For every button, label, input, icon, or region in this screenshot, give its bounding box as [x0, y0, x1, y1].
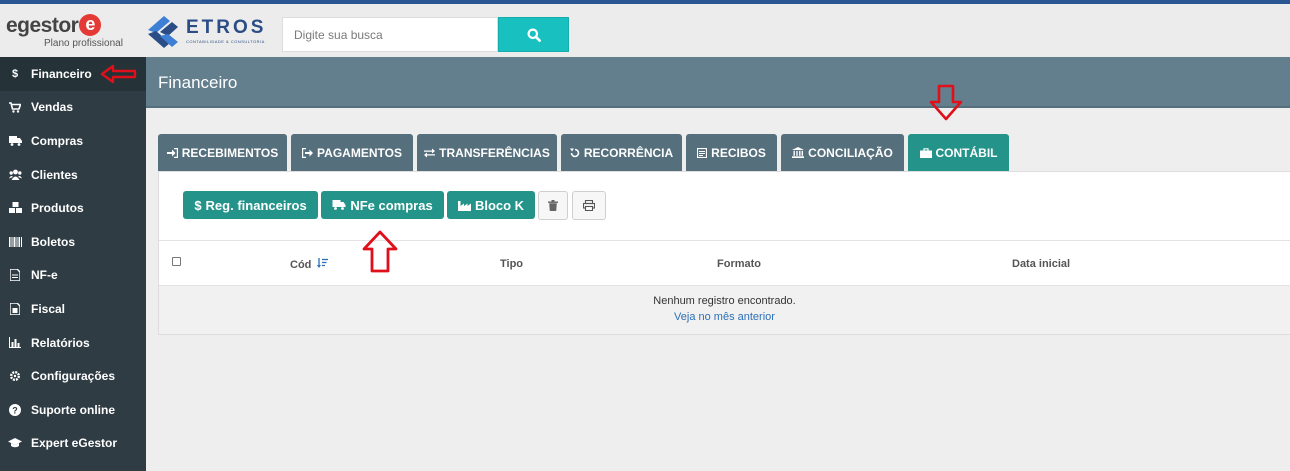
- exchange-icon: [424, 148, 436, 157]
- page-title: Financeiro: [158, 73, 238, 92]
- dollar-icon: $: [194, 197, 202, 213]
- tab-label: RECORRÊNCIA: [583, 145, 674, 160]
- sidebar-item-label: Fiscal: [31, 301, 66, 316]
- search-button[interactable]: [498, 17, 569, 52]
- cubes-icon: [8, 201, 22, 215]
- refresh-icon: [569, 148, 580, 157]
- partner-subtitle: CONTABILIDADE & CONSULTORIA: [186, 39, 265, 44]
- tab-recorrencia[interactable]: RECORRÊNCIA: [561, 134, 682, 171]
- etros-logo-mark-icon: [148, 16, 178, 48]
- sidebar-item-produtos[interactable]: Produtos: [0, 191, 146, 225]
- button-label: Reg. financeiros: [205, 197, 307, 213]
- button-label: NFe compras: [350, 197, 433, 213]
- trash-icon: [548, 200, 558, 211]
- tab-label: PAGAMENTOS: [317, 145, 402, 160]
- tab-label: RECEBIMENTOS: [181, 145, 279, 160]
- sidebar-item-label: Clientes: [31, 167, 78, 182]
- column-header-formato[interactable]: Formato: [717, 258, 761, 270]
- sidebar-item-label: Suporte online: [31, 402, 115, 417]
- sidebar-item-configuracoes[interactable]: Configurações: [0, 359, 146, 393]
- tab-label: TRANSFERÊNCIAS: [439, 145, 550, 160]
- document-icon: [8, 268, 22, 282]
- delete-button[interactable]: [538, 191, 568, 220]
- sidebar-item-label: Boletos: [31, 234, 76, 249]
- sidebar-item-suporte[interactable]: ? Suporte online: [0, 393, 146, 427]
- sidebar-item-boletos[interactable]: Boletos: [0, 225, 146, 259]
- plan-label: Plano profissional: [44, 38, 123, 49]
- column-header-cod[interactable]: Cód: [290, 258, 329, 271]
- empty-message: Nenhum registro encontrado.: [653, 295, 796, 307]
- etros-logo: ETROS CONTABILIDADE & CONSULTORIA: [146, 12, 270, 54]
- nfe-compras-button[interactable]: NFe compras: [321, 191, 444, 219]
- column-header-tipo[interactable]: Tipo: [500, 258, 523, 270]
- reg-financeiros-button[interactable]: $ Reg. financeiros: [183, 191, 318, 219]
- tab-label: CONTÁBIL: [935, 145, 998, 160]
- gear-icon: [8, 369, 22, 383]
- sidebar-item-label: Expert eGestor: [31, 436, 118, 451]
- briefcase-icon: [919, 147, 932, 158]
- svg-text:?: ?: [12, 405, 18, 415]
- sidebar-item-label: NF-e: [31, 268, 58, 283]
- tab-label: RECIBOS: [711, 145, 766, 160]
- brand-word: egestor: [6, 14, 79, 37]
- top-bar: egestor e Plano profissional ETROS CONTAB…: [0, 4, 1290, 57]
- bank-icon: [792, 147, 805, 158]
- sign-in-icon: [166, 147, 178, 158]
- sort-descending-icon[interactable]: [317, 258, 329, 269]
- sidebar-item-label: Compras: [31, 133, 84, 148]
- cart-icon: [8, 100, 22, 114]
- column-header-data-inicial[interactable]: Data inicial: [1012, 258, 1070, 270]
- sidebar-item-vendas[interactable]: Vendas: [0, 91, 146, 125]
- tab-pagamentos[interactable]: PAGAMENTOS: [291, 134, 413, 171]
- tab-conciliacao[interactable]: CONCILIAÇÃO: [781, 134, 904, 171]
- sidebar-item-label: Produtos: [31, 201, 84, 216]
- previous-month-link[interactable]: Veja no mês anterior: [159, 311, 1290, 323]
- sidebar-item-clientes[interactable]: Clientes: [0, 158, 146, 192]
- tab-recebimentos[interactable]: RECEBIMENTOS: [158, 134, 287, 171]
- search-icon: [527, 28, 541, 42]
- page-header: Financeiro: [146, 57, 1290, 108]
- bar-chart-icon: [8, 336, 22, 350]
- button-label: Bloco K: [474, 197, 525, 213]
- sidebar-item-relatorios[interactable]: Relatórios: [0, 326, 146, 360]
- sidebar: $ Financeiro Vendas Compras Clientes Pro…: [0, 57, 146, 471]
- industry-icon: [457, 200, 471, 211]
- egestor-logo[interactable]: egestor e Plano profissional: [6, 14, 136, 56]
- bloco-k-button[interactable]: Bloco K: [447, 191, 535, 219]
- sidebar-item-label: Relatórios: [31, 335, 90, 350]
- search-input[interactable]: [282, 17, 498, 52]
- question-icon: ?: [8, 403, 22, 417]
- users-icon: [8, 168, 22, 182]
- select-all-checkbox[interactable]: [172, 257, 181, 266]
- sidebar-item-financeiro[interactable]: $ Financeiro: [0, 57, 146, 91]
- sidebar-item-label: Configurações: [31, 369, 116, 384]
- brand-e-mark: e: [79, 14, 102, 36]
- tab-label: CONCILIAÇÃO: [808, 145, 893, 160]
- sign-out-icon: [302, 147, 314, 158]
- receipt-icon: [697, 147, 708, 158]
- sidebar-item-compras[interactable]: Compras: [0, 124, 146, 158]
- sidebar-item-fiscal[interactable]: Fiscal: [0, 292, 146, 326]
- sidebar-item-label: Financeiro: [31, 66, 92, 81]
- sidebar-item-expert[interactable]: Expert eGestor: [0, 427, 146, 461]
- truck-icon: [8, 134, 22, 148]
- sidebar-item-label: Vendas: [31, 100, 74, 115]
- tab-transferencias[interactable]: TRANSFERÊNCIAS: [417, 134, 557, 171]
- print-icon: [583, 200, 595, 211]
- print-button[interactable]: [572, 191, 606, 220]
- table-header: Cód Tipo Formato Data inicial: [159, 240, 1290, 286]
- graduation-cap-icon: [8, 436, 22, 450]
- tab-contabil[interactable]: CONTÁBIL: [908, 134, 1009, 171]
- tab-recibos[interactable]: RECIBOS: [686, 134, 777, 171]
- truck-icon: [332, 200, 346, 210]
- barcode-icon: [8, 235, 22, 249]
- sidebar-item-nfe[interactable]: NF-e: [0, 259, 146, 293]
- partner-name: ETROS: [186, 17, 267, 38]
- empty-state-row: Nenhum registro encontrado. Veja no mês …: [159, 286, 1290, 334]
- dollar-icon: $: [11, 67, 19, 80]
- fiscal-doc-icon: [8, 302, 22, 316]
